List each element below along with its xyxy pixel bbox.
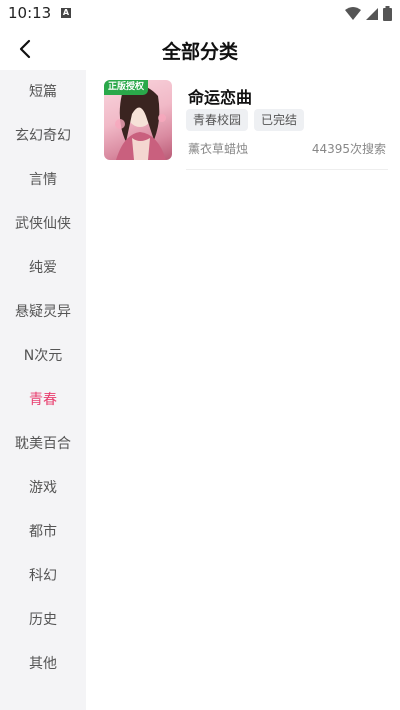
book-tags: 青春校园 已完结: [186, 109, 305, 131]
status-icons: [345, 6, 392, 21]
sidebar-item-youth[interactable]: 青春: [0, 378, 86, 422]
sidebar-item-romance[interactable]: 言情: [0, 158, 86, 202]
category-sidebar: 短篇 玄幻奇幻 言情 武侠仙侠 纯爱 悬疑灵异 N次元 青春 耽美百合 游戏 都…: [0, 70, 86, 710]
sidebar-item-pure-love[interactable]: 纯爱: [0, 246, 86, 290]
book-author: 薰衣草蜡烛: [188, 142, 249, 156]
book-title[interactable]: 命运恋曲: [188, 84, 252, 108]
signal-icon: [366, 7, 378, 20]
sidebar-item-scifi[interactable]: 科幻: [0, 554, 86, 598]
sidebar-item-history[interactable]: 历史: [0, 598, 86, 642]
header: 全部分类: [0, 28, 400, 70]
sidebar-item-fantasy[interactable]: 玄幻奇幻: [0, 114, 86, 158]
sidebar-item-urban[interactable]: 都市: [0, 510, 86, 554]
license-badge: 正版授权: [104, 80, 149, 95]
sidebar-item-short[interactable]: 短篇: [0, 70, 86, 114]
tag-genre[interactable]: 青春校园: [186, 109, 249, 131]
sidebar-item-game[interactable]: 游戏: [0, 466, 86, 510]
book-cover[interactable]: 正版授权: [104, 80, 172, 160]
sidebar-item-other[interactable]: 其他: [0, 642, 86, 686]
status-time: 10:13: [8, 4, 52, 22]
book-list: 正版授权 命运恋曲 青春校园 已完结 薰衣草蜡烛 44395次搜索: [86, 70, 400, 710]
page-title: 全部分类: [161, 41, 238, 63]
sidebar-item-n-dimension[interactable]: N次元: [0, 334, 86, 378]
wifi-icon: [345, 6, 361, 20]
tag-status[interactable]: 已完结: [254, 109, 305, 131]
status-bar: 10:13 A: [0, 0, 400, 28]
divider: [186, 169, 388, 170]
sidebar-item-mystery[interactable]: 悬疑灵异: [0, 290, 86, 334]
battery-icon: [383, 6, 392, 21]
search-count: 44395次搜索: [311, 142, 386, 156]
notification-icon: A: [61, 8, 71, 18]
book-card[interactable]: 正版授权 命运恋曲 青春校园 已完结 薰衣草蜡烛 44395次搜索: [104, 80, 394, 170]
sidebar-item-wuxia[interactable]: 武侠仙侠: [0, 202, 86, 246]
sidebar-item-danmei-baihe[interactable]: 耽美百合: [0, 422, 86, 466]
